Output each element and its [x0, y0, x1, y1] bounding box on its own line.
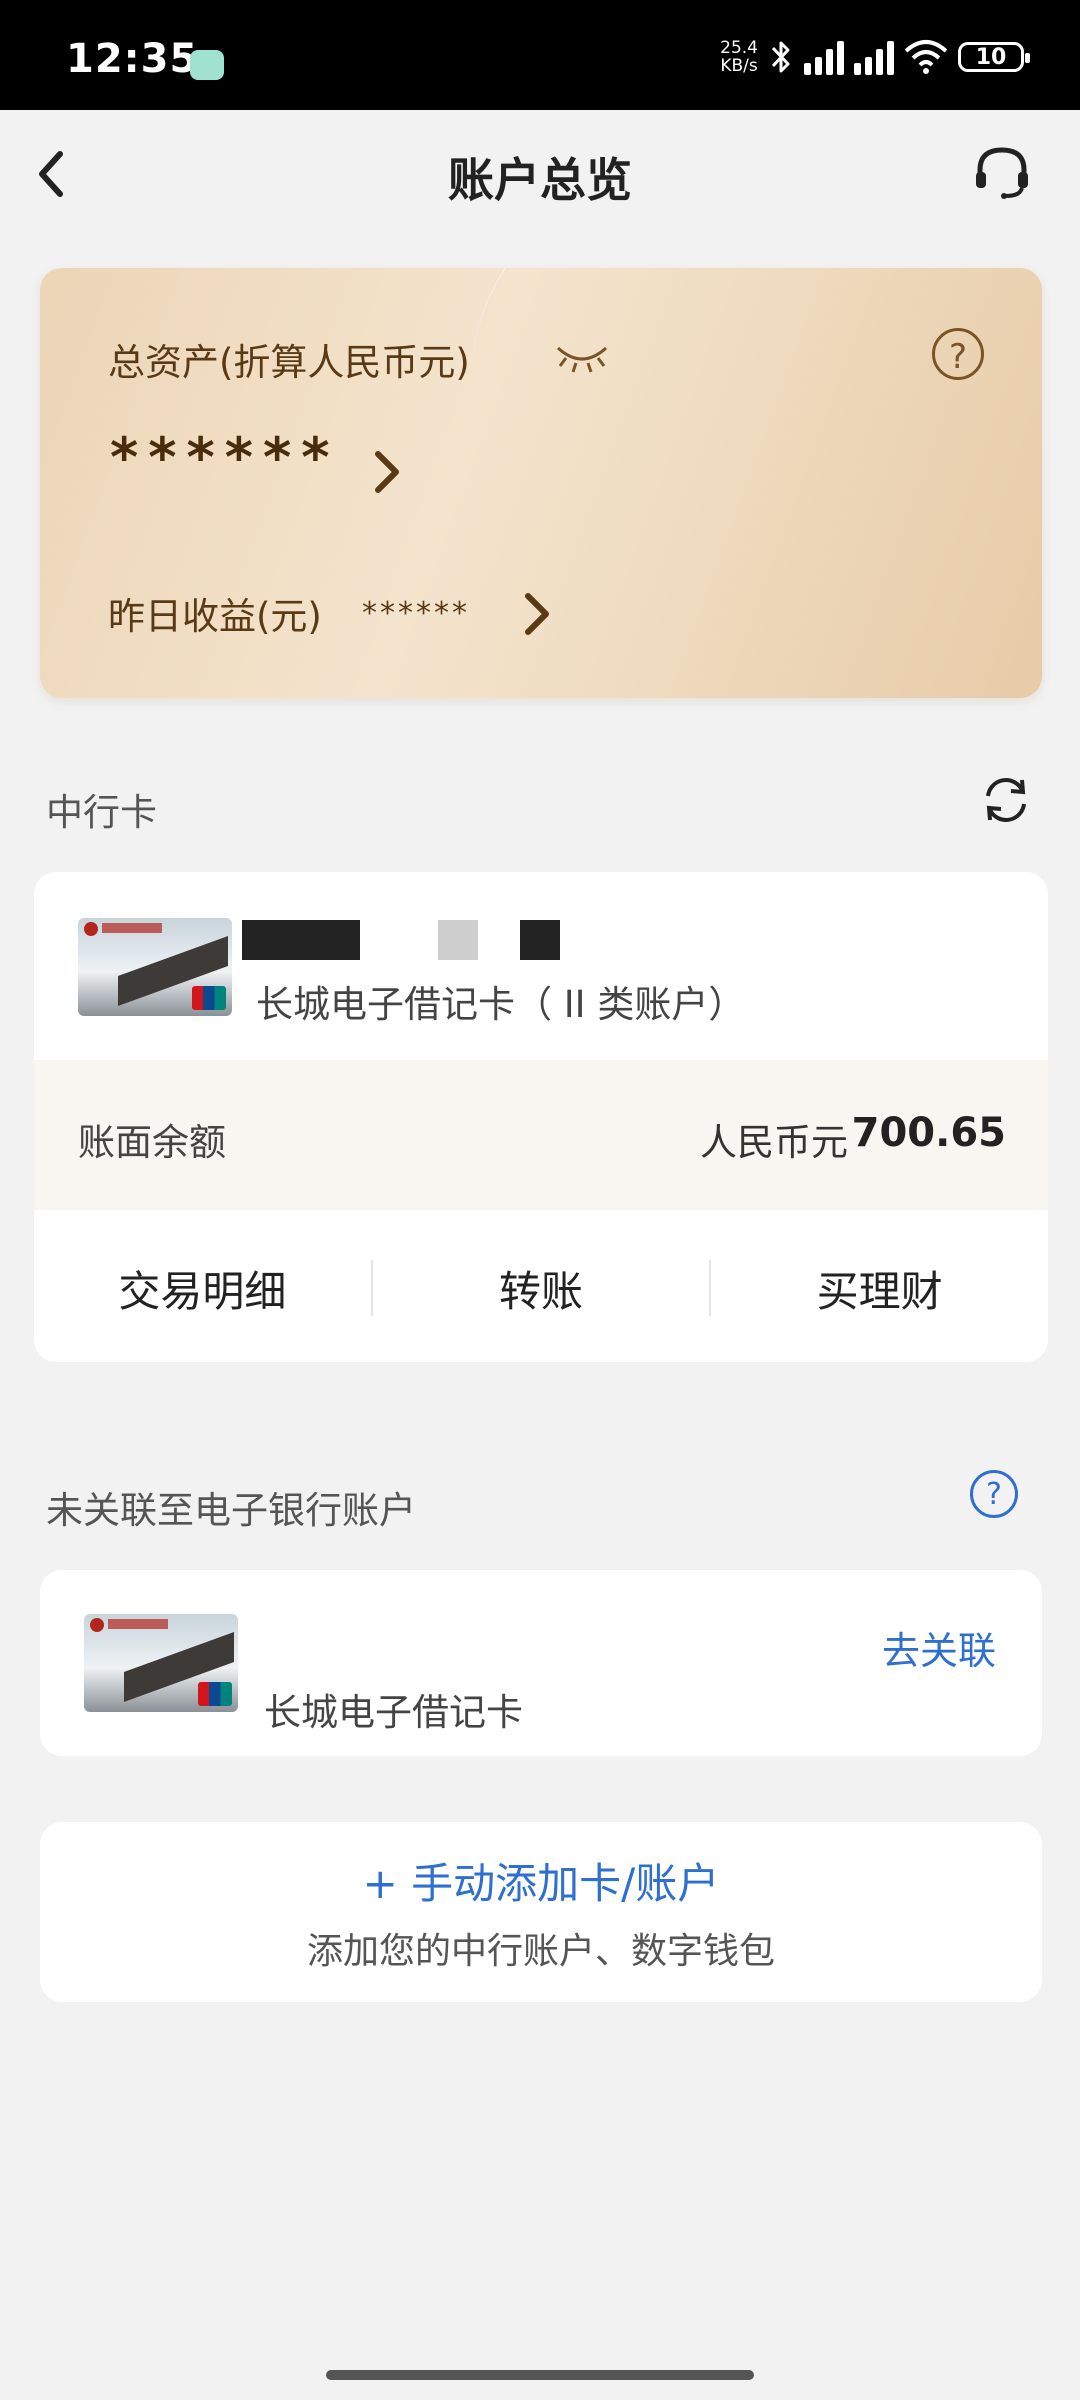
- masked-card-number: [438, 920, 478, 960]
- network-speed-unit: KB/s: [720, 56, 758, 76]
- status-bar: 12:35 25.4 KB/s 10: [0, 0, 1080, 110]
- balance-currency: 人民币元: [700, 1121, 848, 1164]
- battery-icon: 10: [958, 42, 1030, 72]
- card-name: 长城电子借记卡（ II 类账户）: [256, 983, 746, 1026]
- card-name: 长城电子借记卡: [264, 1691, 523, 1734]
- app-notification-icon: [190, 50, 224, 80]
- yesterday-yield-label: 昨日收益(元): [108, 595, 322, 638]
- link-account-button[interactable]: 去关联: [882, 1620, 996, 1675]
- bank-logo-icon: [90, 1618, 104, 1632]
- page-title: 账户总览: [448, 153, 632, 207]
- home-indicator[interactable]: [326, 2370, 754, 2380]
- unlinked-card: 长城电子借记卡 去关联: [40, 1570, 1042, 1756]
- card-decoration: [413, 268, 1042, 608]
- balance-row: 账面余额 人民币元 700.65: [34, 1060, 1048, 1210]
- network-speed-value: 25.4: [720, 38, 758, 58]
- chevron-right-icon[interactable]: [368, 442, 408, 502]
- add-card-subtitle: 添加您的中行账户、数字钱包: [306, 1931, 775, 1972]
- unlinked-section-title: 未关联至电子银行账户: [46, 1489, 416, 1532]
- signal-icon: [804, 39, 844, 75]
- question-icon[interactable]: ?: [970, 1470, 1018, 1518]
- bank-logo-text: [108, 1619, 168, 1629]
- status-time: 12:35: [66, 36, 199, 82]
- bank-logo-text: [102, 923, 162, 933]
- add-card-button[interactable]: + 手动添加卡/账户 添加您的中行账户、数字钱包: [40, 1822, 1042, 2002]
- balance-label: 账面余额: [78, 1121, 226, 1164]
- total-assets-label: 总资产(折算人民币元): [108, 341, 470, 384]
- transfer-button[interactable]: 转账: [373, 1258, 710, 1319]
- wifi-icon: [904, 40, 948, 74]
- card-actions: 交易明细 转账 买理财: [34, 1210, 1048, 1362]
- bluetooth-icon: [771, 41, 790, 73]
- total-assets-value: ******: [110, 426, 340, 489]
- refresh-icon[interactable]: [978, 772, 1034, 828]
- question-icon[interactable]: ?: [932, 328, 984, 380]
- masked-card-number: [242, 920, 360, 960]
- buy-wealth-product-button[interactable]: 买理财: [711, 1258, 1048, 1319]
- boc-card-section-title: 中行卡: [46, 791, 157, 834]
- card-image: [84, 1614, 238, 1712]
- headset-icon[interactable]: [970, 140, 1034, 204]
- network-speed: 25.4 KB/s: [720, 39, 758, 75]
- balance-amount: 700.65: [851, 1110, 1006, 1156]
- add-card-title: + 手动添加卡/账户: [362, 1859, 720, 1908]
- status-icons: 25.4 KB/s 10: [720, 32, 1030, 82]
- unionpay-icon: [198, 1682, 232, 1706]
- eye-closed-icon[interactable]: [552, 336, 612, 376]
- bank-logo-icon: [84, 922, 98, 936]
- card-image: [78, 918, 232, 1016]
- total-assets-card[interactable]: 总资产(折算人民币元) ? ****** 昨日收益(元) ******: [40, 268, 1042, 698]
- signal-icon-2: [854, 39, 894, 75]
- masked-card-number: [520, 920, 560, 960]
- yesterday-yield-value: ******: [362, 596, 470, 631]
- unionpay-icon: [192, 986, 226, 1010]
- transaction-details-button[interactable]: 交易明细: [34, 1258, 371, 1319]
- boc-debit-card: 长城电子借记卡（ II 类账户） 账面余额 人民币元 700.65 交易明细 转…: [34, 872, 1048, 1362]
- nav-bar: 账户总览: [0, 110, 1080, 236]
- chevron-right-icon[interactable]: [518, 584, 558, 644]
